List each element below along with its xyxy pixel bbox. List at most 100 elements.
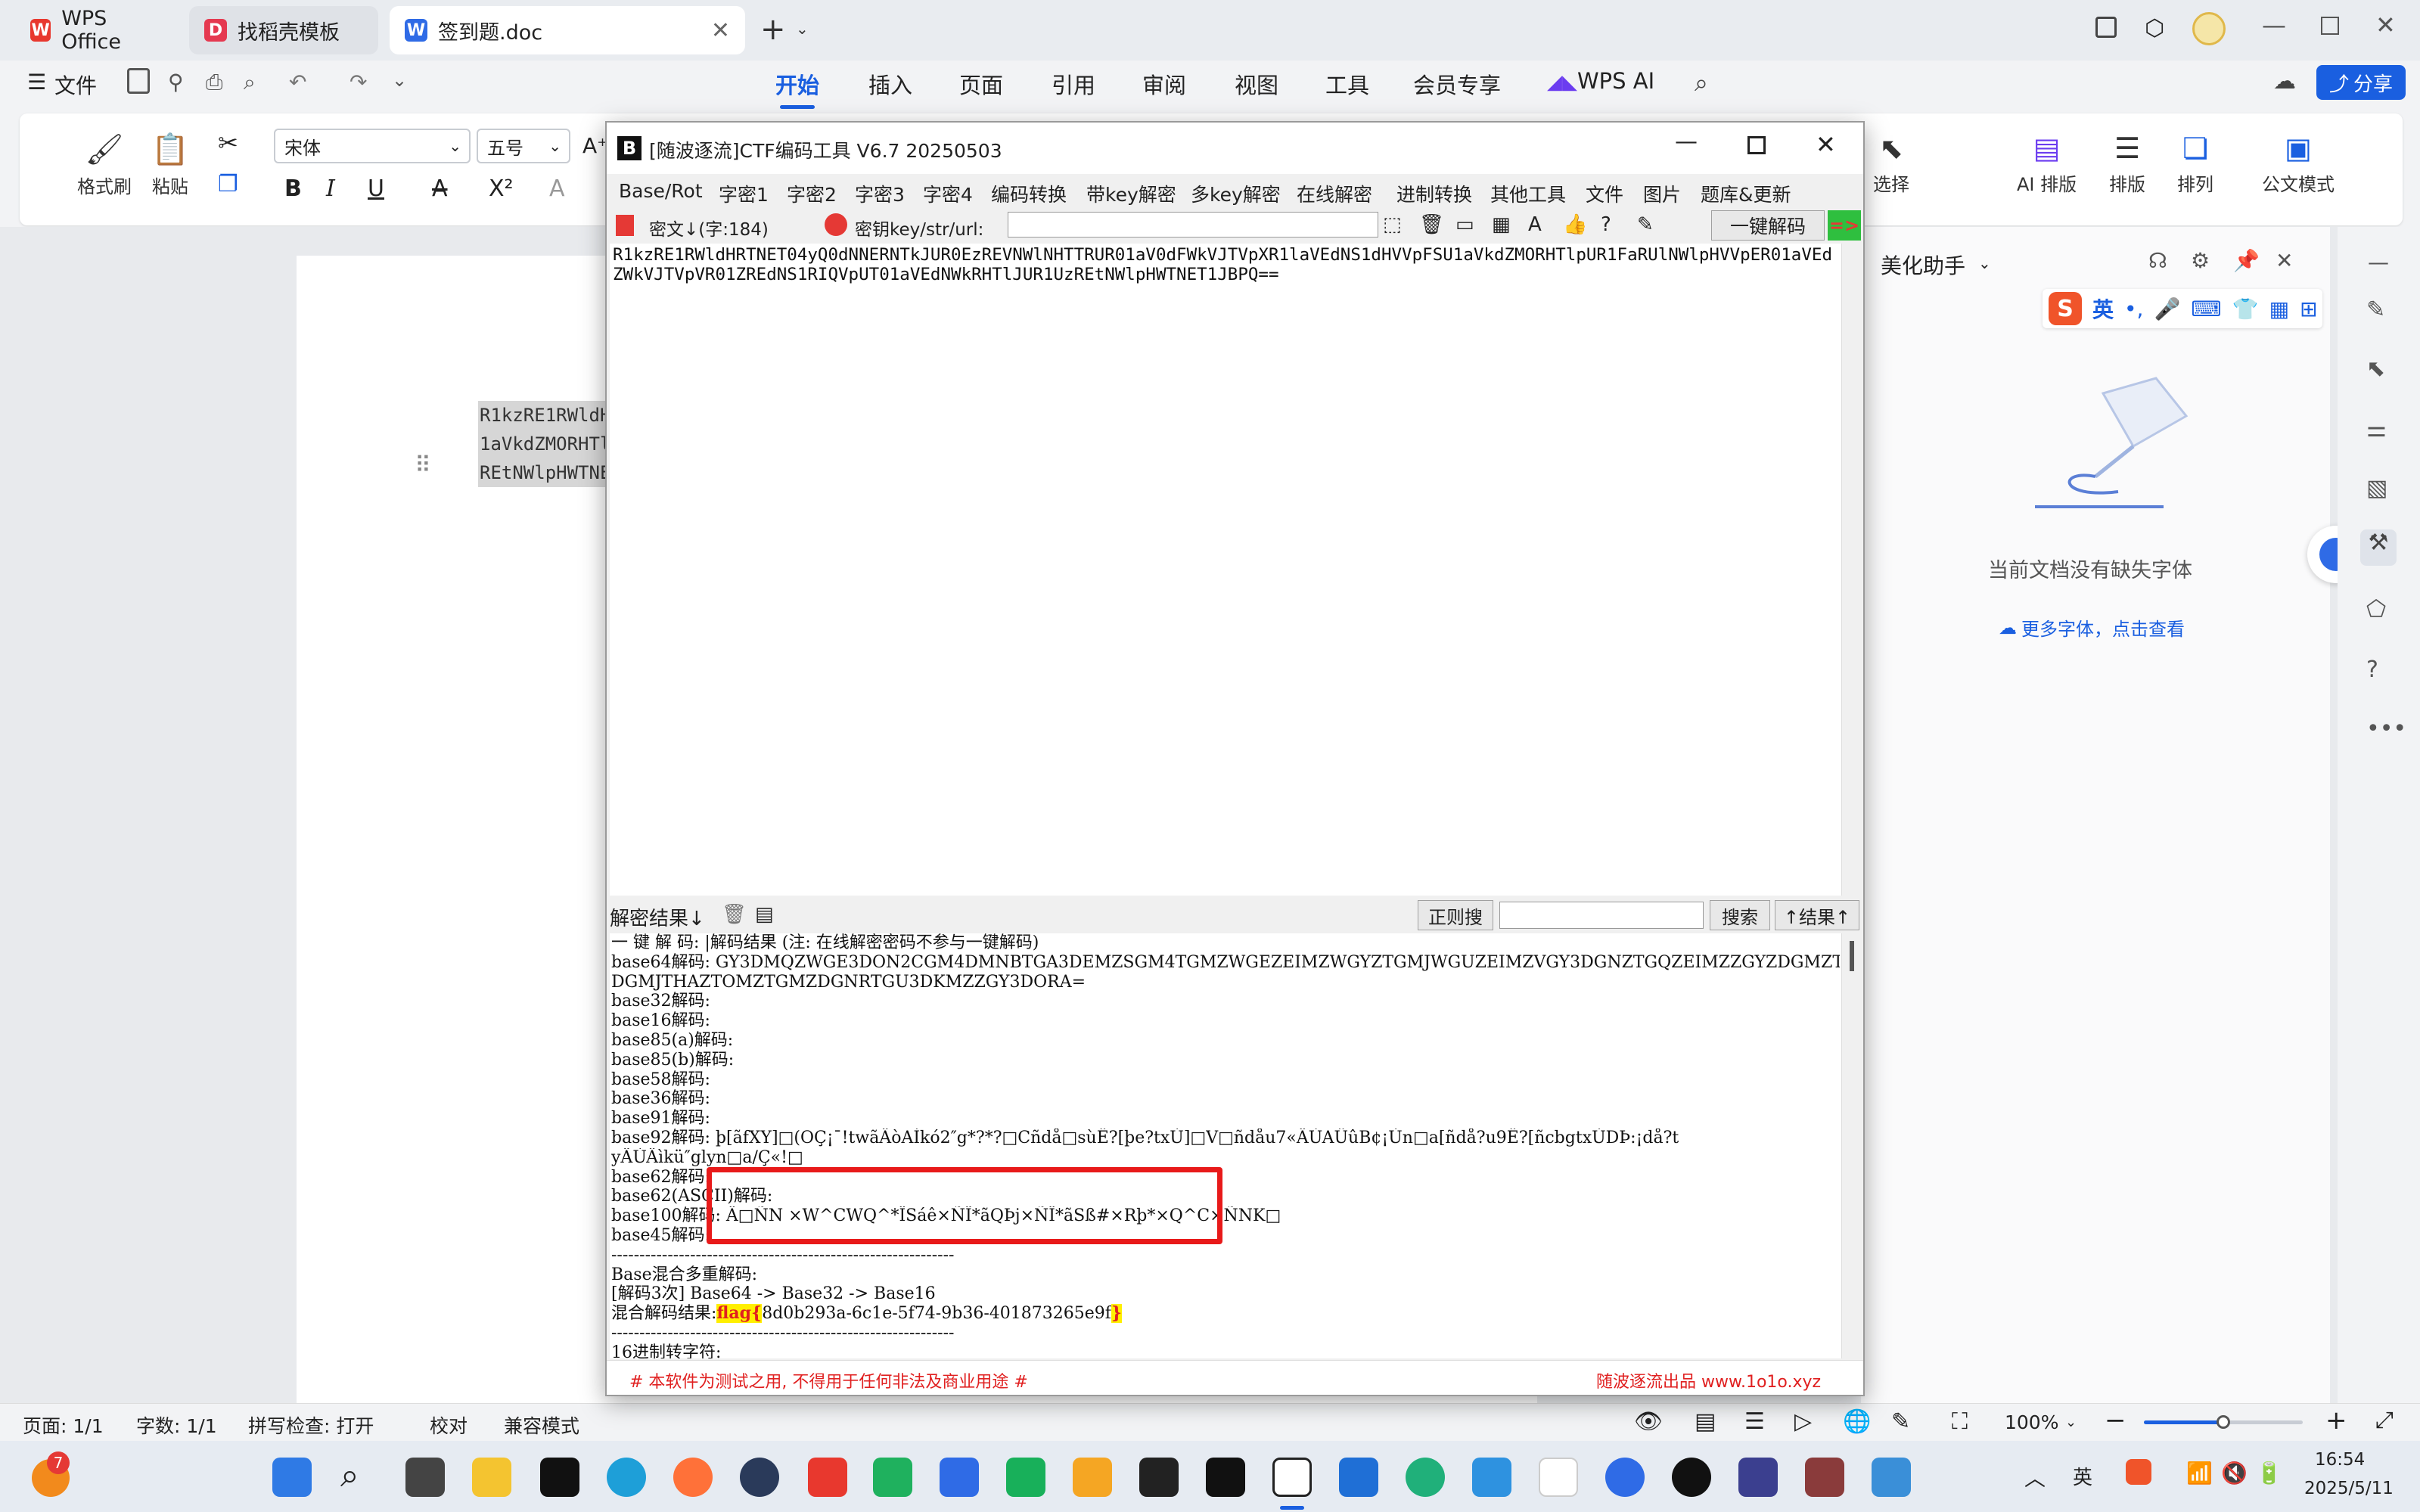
apps-icon[interactable]: ▦ bbox=[2269, 297, 2289, 321]
cloud-sync-icon[interactable]: ☁ bbox=[2273, 68, 2296, 95]
result-textarea[interactable]: 一 键 解 码: |解码结果 (注: 在线解密密码不参与一键解码) base64解… bbox=[610, 933, 1841, 1358]
window-layout-icon[interactable] bbox=[2095, 17, 2117, 38]
ctf-menu-other-tools[interactable]: 其他工具 bbox=[1490, 180, 1566, 207]
edit-icon[interactable]: ✎ bbox=[1637, 213, 1654, 236]
box-app-icon[interactable] bbox=[1206, 1458, 1245, 1497]
tab-home[interactable]: 开始 bbox=[775, 68, 819, 109]
result-scrollbar[interactable] bbox=[1841, 933, 1862, 1358]
cursor-select-icon[interactable]: ⬉ bbox=[2366, 355, 2385, 382]
terminal-tool-icon[interactable]: ▭ bbox=[1455, 213, 1474, 236]
ctf-menu-encoding[interactable]: 编码转换 bbox=[991, 180, 1067, 207]
run-arrow-icon[interactable]: => bbox=[1828, 210, 1861, 241]
cat-app-icon[interactable] bbox=[1738, 1458, 1778, 1497]
cloud-app-icon[interactable] bbox=[940, 1458, 979, 1497]
proofread[interactable]: 校对 bbox=[430, 1411, 468, 1439]
menu-icon[interactable]: ☰ bbox=[27, 70, 46, 95]
pin-icon[interactable]: 📌 bbox=[2233, 248, 2260, 273]
ctf-menu-zimi2[interactable]: 字密2 bbox=[787, 180, 837, 207]
document-text-line[interactable]: REtNWlpHWTNE bbox=[478, 458, 607, 487]
play-icon[interactable]: ▷ bbox=[1794, 1408, 1812, 1435]
edge-icon[interactable] bbox=[607, 1458, 646, 1497]
ctf-maximize-icon[interactable] bbox=[1747, 136, 1766, 154]
close-tab-icon[interactable]: ✕ bbox=[711, 17, 730, 44]
more-chevron-icon[interactable]: ⌄ bbox=[392, 70, 407, 91]
outline-icon[interactable]: ☰ bbox=[1744, 1408, 1765, 1435]
keyboard-icon[interactable]: ⌨ bbox=[2191, 297, 2221, 321]
select-button[interactable]: ⬉ 选择 bbox=[1873, 132, 1909, 196]
zoom-in-icon[interactable]: + bbox=[2325, 1405, 2347, 1436]
zoom-slider-handle[interactable] bbox=[2217, 1415, 2230, 1429]
search-taskbar-icon[interactable]: ⌕ bbox=[340, 1456, 359, 1495]
file-menu[interactable]: 文件 bbox=[54, 70, 97, 100]
arrange-button[interactable]: ❏ 排列 bbox=[2177, 132, 2213, 196]
tray-chevron-icon[interactable]: ︿ bbox=[2024, 1462, 2046, 1492]
ctf-title-bar[interactable]: B [随波逐流]CTF编码工具 V6.7 20250503 — ✕ bbox=[607, 123, 1863, 174]
undo-icon[interactable]: ↶ bbox=[289, 70, 306, 95]
cipher-textarea[interactable]: R1kzRE1RWldHRTNET04yQ0dNNERNTkJUR0EzREVN… bbox=[610, 244, 1841, 896]
drag-handle-icon[interactable]: ⠿ bbox=[415, 452, 431, 479]
search-icon[interactable]: ⌕ bbox=[1695, 68, 1708, 98]
chevron-down-icon[interactable]: ⌄ bbox=[1978, 254, 1991, 272]
close-window-icon[interactable]: ✕ bbox=[2375, 11, 2396, 39]
ctf-menu-file[interactable]: 文件 bbox=[1586, 180, 1623, 207]
result-trash-icon[interactable]: 🗑 bbox=[722, 903, 747, 926]
ctf-menu-library[interactable]: 题库&更新 bbox=[1701, 180, 1791, 207]
ime-language[interactable]: 英 bbox=[2092, 293, 2114, 324]
bold-icon[interactable]: B bbox=[284, 175, 302, 202]
ctf-minimize-icon[interactable]: — bbox=[1675, 129, 1698, 155]
print-preview-icon[interactable]: ⌕ bbox=[244, 70, 256, 95]
shape-icon[interactable]: ⬠ bbox=[2366, 596, 2386, 622]
close-icon[interactable]: ✕ bbox=[2276, 248, 2293, 273]
window-app-icon[interactable] bbox=[1472, 1458, 1511, 1497]
font-name-select[interactable]: 宋体 ⌄ bbox=[274, 129, 471, 163]
help-circle-icon[interactable]: ? bbox=[1601, 213, 1611, 236]
sogou-tray-icon[interactable] bbox=[2126, 1459, 2151, 1485]
green-app-icon[interactable] bbox=[1406, 1458, 1445, 1497]
copy-icon[interactable]: ❐ bbox=[218, 171, 238, 197]
file-explorer-icon[interactable] bbox=[472, 1458, 511, 1497]
select-tool-icon[interactable]: ⬚ bbox=[1383, 213, 1402, 236]
yuque-icon[interactable] bbox=[1073, 1458, 1112, 1497]
key-input[interactable] bbox=[1008, 212, 1378, 238]
document-text-line[interactable]: 1aVkdZMORHTl bbox=[478, 430, 607, 458]
strikethrough-icon[interactable]: A bbox=[432, 175, 448, 202]
pen-icon[interactable]: ✎ bbox=[2366, 297, 2385, 323]
ctf-menu-zimi1[interactable]: 字密1 bbox=[719, 180, 769, 207]
hbuilder-icon[interactable] bbox=[540, 1458, 579, 1497]
italic-icon[interactable]: I bbox=[326, 175, 335, 202]
result-search-input[interactable] bbox=[1499, 902, 1704, 929]
cipher-scrollbar[interactable] bbox=[1841, 244, 1862, 896]
tab-wps-office[interactable]: W WPS Office bbox=[15, 6, 178, 54]
ai-layout-button[interactable]: ▤ AI 排版 bbox=[2017, 132, 2077, 196]
ctf-menu-zimi3[interactable]: 字密3 bbox=[855, 180, 905, 207]
gear-icon[interactable]: ⚙ bbox=[2191, 248, 2210, 273]
page-count[interactable]: 页面: 1/1 bbox=[23, 1411, 104, 1439]
font-size-select[interactable]: 五号 ⌄ bbox=[477, 129, 570, 163]
font-tool-icon[interactable]: A bbox=[1528, 213, 1542, 236]
maximize-icon[interactable] bbox=[2321, 17, 2339, 35]
document-text-line[interactable]: R1kzRE1RWldH bbox=[478, 401, 607, 430]
more-fonts-link[interactable]: ☁ 更多字体，点击查看 bbox=[1999, 614, 2185, 641]
chevron-down-icon[interactable]: ⌄ bbox=[2065, 1414, 2077, 1430]
tab-template[interactable]: D 找稻壳模板 bbox=[189, 6, 378, 54]
new-tab-icon[interactable]: + bbox=[760, 12, 786, 47]
wps-taskbar-icon[interactable] bbox=[808, 1458, 847, 1497]
share-file-icon[interactable]: ⚲ bbox=[168, 70, 184, 95]
official-mode-button[interactable]: ▣ 公文模式 bbox=[2262, 132, 2335, 196]
zoom-out-icon[interactable]: − bbox=[2105, 1405, 2126, 1436]
search-button[interactable]: 搜索 bbox=[1710, 900, 1770, 930]
calculator-icon[interactable]: ▦ bbox=[1492, 213, 1511, 236]
game-app-icon[interactable] bbox=[1805, 1458, 1844, 1497]
ime-toolbar[interactable]: S 英 •, 🎤 ⌨ 👕 ▦ ⊞ bbox=[2043, 289, 2322, 328]
globe-icon[interactable]: 🌐 bbox=[1843, 1408, 1871, 1435]
thumbs-up-icon[interactable]: 👍 bbox=[1563, 213, 1587, 236]
beautify-tool-icon[interactable]: ⚒ bbox=[2360, 529, 2397, 566]
print-icon[interactable]: ⎙ bbox=[206, 70, 222, 95]
eye-icon[interactable]: 👁 bbox=[1634, 1408, 1663, 1435]
tab-page[interactable]: 页面 bbox=[959, 68, 1003, 100]
ctf-menu-zimi4[interactable]: 字密4 bbox=[923, 180, 973, 207]
result-nav-button[interactable]: ↑结果↑ bbox=[1775, 900, 1859, 930]
one-click-decode-button[interactable]: 一键解码 bbox=[1711, 210, 1825, 241]
underline-icon[interactable]: U bbox=[368, 175, 384, 202]
fullscreen-icon[interactable]: ⤢ bbox=[2375, 1407, 2394, 1433]
